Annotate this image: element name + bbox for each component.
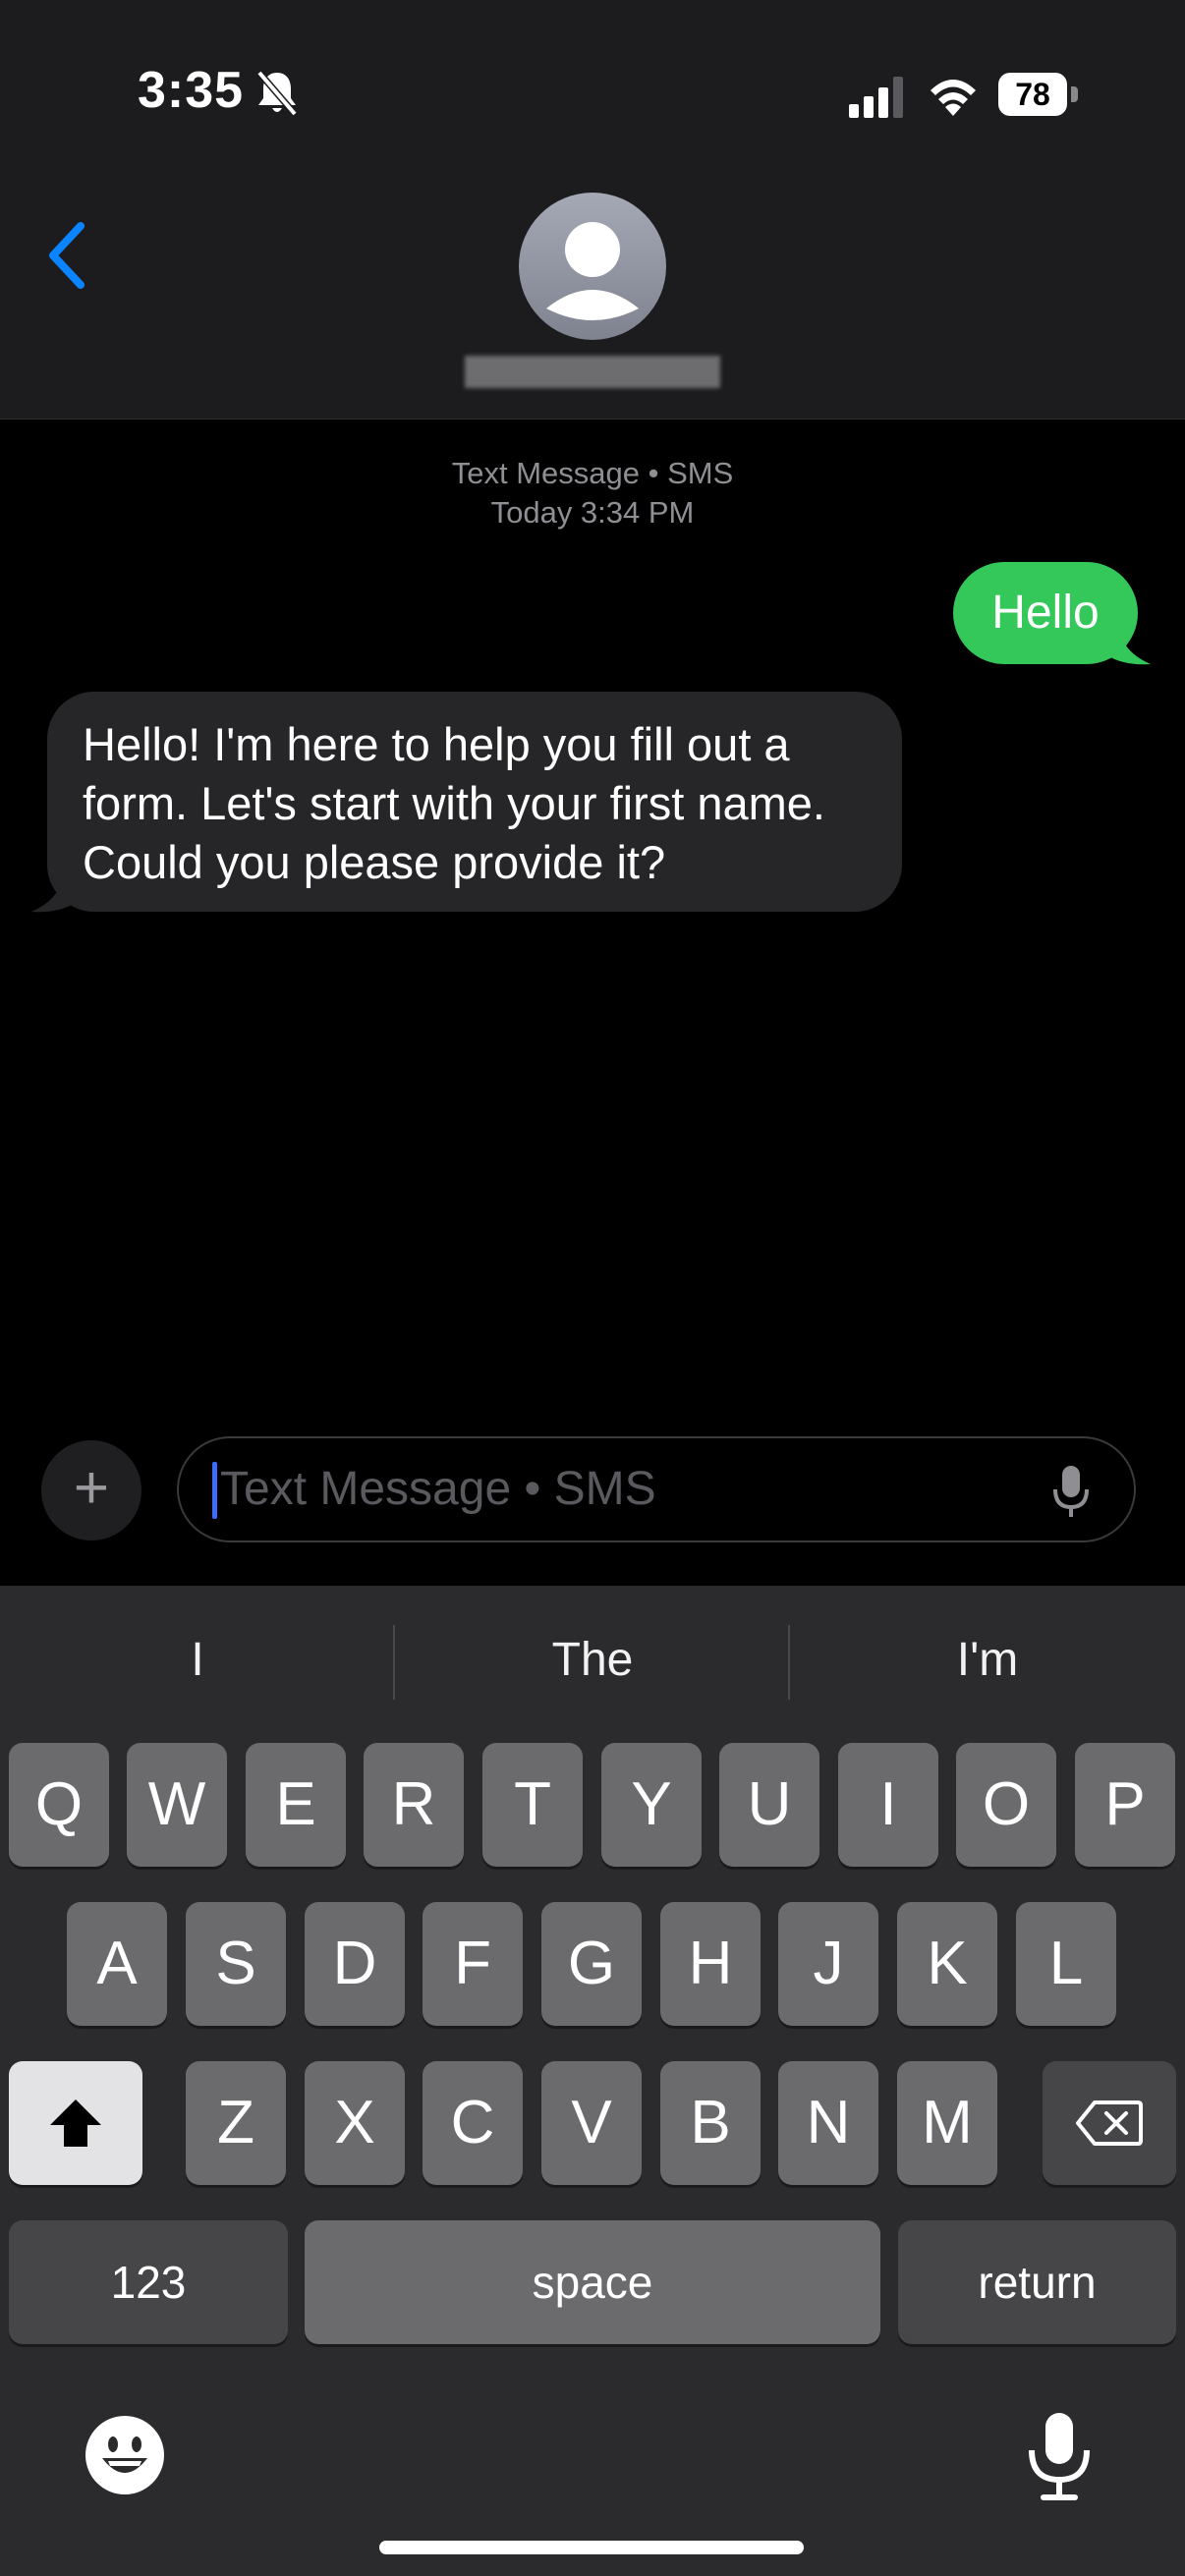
key-r[interactable]: R [364,1743,464,1867]
key-p[interactable]: P [1075,1743,1175,1867]
message-input-placeholder: Text Message • SMS [220,1463,656,1515]
back-chevron-icon[interactable] [39,216,98,295]
received-bubble-tail [31,876,77,913]
message-type-label: Text Message • SMS [451,456,734,490]
wifi-icon [931,80,976,116]
message-timestamp: Today 3:34 PM [490,495,695,530]
key-h[interactable]: H [660,1902,761,2026]
person-icon [546,222,639,320]
key-s[interactable]: S [186,1902,286,2026]
key-a[interactable]: A [67,1902,167,2026]
key-t[interactable]: T [482,1743,583,1867]
key-d[interactable]: D [305,1902,405,2026]
bell-off-icon [256,70,298,117]
contact-name[interactable]: +1 (555) 555-5555 [0,356,1185,389]
key-k[interactable]: K [897,1902,997,2026]
home-indicator[interactable] [379,2541,804,2554]
conversation-header: +1 (555) 555-5555 [0,177,1185,420]
suggestion-2[interactable]: The [395,1621,790,1700]
contact-name-text: +1 (555) 555-5555 [465,356,720,388]
key-b[interactable]: B [660,2061,761,2185]
key-o[interactable]: O [956,1743,1056,1867]
key-g[interactable]: G [541,1902,642,2026]
space-key[interactable]: space [305,2220,880,2344]
text-caret [212,1462,217,1519]
shift-arrow-icon [50,2100,101,2147]
key-c[interactable]: C [423,2061,523,2185]
return-key[interactable]: return [898,2220,1176,2344]
key-w[interactable]: W [127,1743,227,1867]
key-j[interactable]: J [778,1902,878,2026]
key-v[interactable]: V [541,2061,642,2185]
thread-meta: Text Message • SMS Today 3:34 PM [0,454,1185,532]
key-l[interactable]: L [1016,1902,1116,2026]
received-message-bubble[interactable]: Hello! I'm here to help you fill out a f… [47,692,902,912]
key-e[interactable]: E [246,1743,346,1867]
add-attachment-button[interactable]: + [41,1440,141,1540]
key-y[interactable]: Y [601,1743,702,1867]
delete-backspace-icon [1076,2100,1143,2146]
sent-bubble-tail [1105,629,1151,665]
suggestion-3[interactable]: I'm [790,1621,1185,1700]
battery-level: 78 [998,73,1067,116]
battery-icon: 78 [998,73,1079,116]
shift-key[interactable] [9,2061,142,2185]
key-x[interactable]: X [305,2061,405,2185]
status-bar: 3:35 78 [0,0,1185,177]
numbers-key[interactable]: 123 [9,2220,288,2344]
dictation-mic-icon[interactable] [1051,1464,1091,1519]
key-m[interactable]: M [897,2061,997,2185]
status-time: 3:35 [138,62,245,119]
suggestion-1[interactable]: I [0,1621,395,1700]
key-q[interactable]: Q [9,1743,109,1867]
key-z[interactable]: Z [186,2061,286,2185]
emoji-icon[interactable] [85,2415,165,2495]
keyboard-dictation-icon[interactable] [1026,2411,1093,2501]
key-f[interactable]: F [423,1902,523,2026]
delete-key[interactable] [1043,2061,1176,2185]
key-i[interactable]: I [838,1743,938,1867]
key-n[interactable]: N [778,2061,878,2185]
key-u[interactable]: U [719,1743,819,1867]
contact-avatar[interactable] [519,193,666,340]
cellular-signal-icon [849,77,903,118]
message-input[interactable]: Text Message • SMS [177,1436,1136,1542]
battery-tip [1071,86,1078,102]
keyboard: I The I'm Q W E R T Y U I O P A S D F G … [0,1586,1185,2576]
